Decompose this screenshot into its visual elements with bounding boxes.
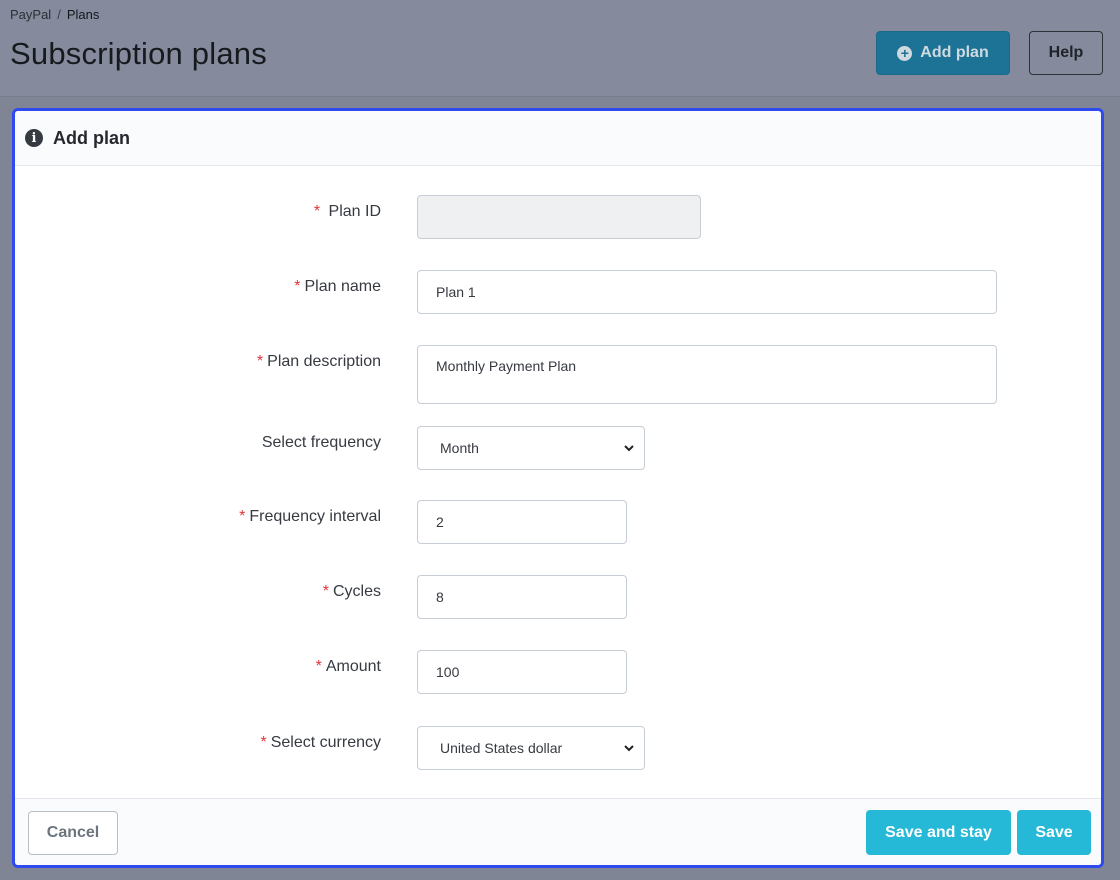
- breadcrumb-separator: /: [57, 7, 61, 22]
- plan-name-input[interactable]: Plan 1: [417, 270, 997, 314]
- plan-name-label: * Plan name: [294, 278, 381, 295]
- plan-id-input: [417, 195, 701, 239]
- required-marker: *: [294, 278, 301, 295]
- plan-description-textarea[interactable]: Monthly Payment Plan: [417, 345, 997, 404]
- currency-selected-value: United States dollar: [440, 740, 563, 756]
- save-button[interactable]: Save: [1017, 810, 1091, 855]
- add-plan-label: Add plan: [920, 44, 989, 61]
- breadcrumb-current: Plans: [66, 7, 100, 22]
- required-marker: *: [260, 734, 267, 751]
- add-plan-button[interactable]: + Add plan: [876, 31, 1010, 75]
- card-footer: Cancel Save and stay Save: [15, 798, 1101, 865]
- required-marker: *: [313, 203, 321, 220]
- frequency-interval-input[interactable]: 2: [417, 500, 627, 544]
- currency-label: * Select currency: [260, 734, 382, 751]
- plan-description-label: * Plan description: [256, 353, 381, 370]
- amount-label: * Amount: [315, 658, 381, 675]
- frequency-selected-value: Month: [440, 440, 479, 456]
- required-marker: *: [239, 508, 246, 525]
- plan-id-label: * Plan ID: [313, 203, 381, 220]
- breadcrumb-link-paypal[interactable]: PayPal: [10, 7, 51, 22]
- cycles-input[interactable]: 8: [417, 575, 627, 619]
- plus-circle-icon: +: [897, 45, 913, 61]
- required-marker: *: [322, 583, 329, 600]
- frequency-label: Select frequency: [261, 434, 381, 451]
- add-plan-card: i Add plan * Plan ID * Plan name Plan 1 *…: [12, 108, 1104, 868]
- amount-input[interactable]: 100: [417, 650, 627, 694]
- frequency-select[interactable]: Month: [417, 426, 645, 470]
- page-header: PayPal / Plans Subscription plans + Add pl…: [0, 0, 1120, 97]
- info-icon: i: [25, 129, 43, 147]
- breadcrumb: PayPal / Plans: [10, 7, 99, 22]
- card-header: i Add plan: [15, 111, 1101, 166]
- help-button[interactable]: Help: [1029, 31, 1103, 75]
- frequency-interval-label: * Frequency interval: [239, 508, 381, 525]
- save-and-stay-button[interactable]: Save and stay: [866, 810, 1011, 855]
- currency-select[interactable]: United States dollar: [417, 726, 645, 770]
- required-marker: *: [256, 353, 264, 370]
- chevron-down-icon: [624, 445, 634, 452]
- chevron-down-icon: [624, 745, 634, 752]
- page-title: Subscription plans: [10, 36, 267, 71]
- cycles-label: * Cycles: [322, 583, 381, 600]
- card-title: Add plan: [53, 127, 130, 148]
- cancel-button[interactable]: Cancel: [28, 811, 118, 855]
- required-marker: *: [315, 658, 322, 675]
